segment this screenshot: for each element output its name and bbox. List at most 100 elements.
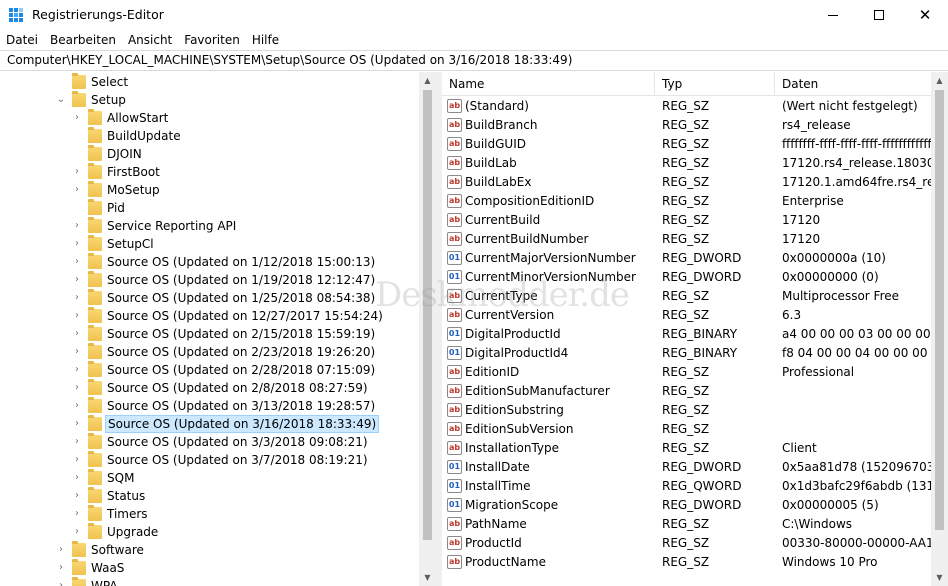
tree-item-label[interactable]: Timers xyxy=(105,505,150,523)
tree-item[interactable]: DJOIN xyxy=(0,145,418,163)
value-name[interactable]: MigrationScope xyxy=(465,496,655,515)
close-button[interactable]: ✕ xyxy=(902,0,948,30)
value-row[interactable]: 01 InstallDate REG_DWORD 0x5aa81d78 (152096… xyxy=(442,458,932,477)
value-name[interactable]: (Standard) xyxy=(465,97,655,116)
value-name[interactable]: DigitalProductId4 xyxy=(465,344,655,363)
value-name[interactable]: EditionSubVersion xyxy=(465,420,655,439)
expand-chevron-icon[interactable] xyxy=(72,148,82,160)
tree-item-label[interactable]: Source OS (Updated on 3/13/2018 19:28:57… xyxy=(105,397,377,415)
value-name[interactable]: BuildGUID xyxy=(465,135,655,154)
expand-chevron-icon[interactable]: › xyxy=(72,238,82,250)
value-name[interactable]: CurrentMajorVersionNumber xyxy=(465,249,655,268)
value-row[interactable]: ab EditionID REG_SZ Professional xyxy=(442,363,928,382)
tree-item-label[interactable]: Source OS (Updated on 3/3/2018 09:08:21) xyxy=(105,433,370,451)
value-row[interactable]: 01 InstallTime REG_QWORD 0x1d3bafc29f6abdb … xyxy=(442,477,932,496)
expand-chevron-icon[interactable] xyxy=(56,76,66,88)
tree-item[interactable]: ⌄ Setup xyxy=(0,91,418,109)
value-row[interactable]: 01 MigrationScope REG_DWORD 0x00000005 (5) xyxy=(442,496,928,515)
tree-item-label[interactable]: Pid xyxy=(105,199,127,217)
expand-chevron-icon[interactable]: › xyxy=(72,256,82,268)
value-row[interactable]: ab CurrentBuild REG_SZ 17120 xyxy=(442,211,928,230)
value-row[interactable]: 01 CurrentMajorVersionNumber REG_DWORD 0x00… xyxy=(442,249,928,268)
value-name[interactable]: EditionSubManufacturer xyxy=(465,382,655,401)
value-row[interactable]: ab EditionSubManufacturer REG_SZ xyxy=(442,382,928,401)
tree-item-label[interactable]: Select xyxy=(89,73,130,91)
value-name[interactable]: ProductId xyxy=(465,534,655,553)
expand-chevron-icon[interactable]: › xyxy=(72,274,82,286)
tree-item-label[interactable]: MoSetup xyxy=(105,181,162,199)
tree-item[interactable]: › Software xyxy=(0,541,418,559)
tree-item-label[interactable]: Source OS (Updated on 2/23/2018 19:26:20… xyxy=(105,343,377,361)
tree-item[interactable]: › MoSetup xyxy=(0,181,418,199)
value-row[interactable]: 01 CurrentMinorVersionNumber REG_DWORD 0x00… xyxy=(442,268,928,287)
value-name[interactable]: BuildLab xyxy=(465,154,655,173)
tree-item[interactable]: › Service Reporting API xyxy=(0,217,418,235)
column-header-data[interactable]: Daten xyxy=(775,72,948,96)
tree-item[interactable]: Pid xyxy=(0,199,418,217)
tree-item[interactable]: › Source OS (Updated on 2/23/2018 19:26:2… xyxy=(0,343,418,361)
value-row[interactable]: ab InstallationType REG_SZ Client xyxy=(442,439,928,458)
tree-item[interactable]: › AllowStart xyxy=(0,109,418,127)
expand-chevron-icon[interactable]: › xyxy=(72,166,82,178)
menu-bearbeiten[interactable]: Bearbeiten xyxy=(44,30,122,50)
value-row[interactable]: 01 DigitalProductId REG_BINARY a4 00 00 00 … xyxy=(442,325,932,344)
tree-item[interactable]: › Upgrade xyxy=(0,523,418,541)
tree-item[interactable]: › Source OS (Updated on 1/19/2018 12:12:4… xyxy=(0,271,418,289)
value-name[interactable]: ProductName xyxy=(465,553,655,572)
scroll-up-arrow-icon[interactable]: ▲ xyxy=(931,72,948,89)
expand-chevron-icon[interactable]: › xyxy=(56,544,66,556)
expand-chevron-icon[interactable] xyxy=(72,130,82,142)
scroll-down-arrow-icon[interactable]: ▼ xyxy=(419,569,436,586)
expand-chevron-icon[interactable]: › xyxy=(72,328,82,340)
expand-chevron-icon[interactable]: › xyxy=(72,418,82,430)
value-name[interactable]: DigitalProductId xyxy=(465,325,655,344)
value-name[interactable]: CurrentVersion xyxy=(465,306,655,325)
tree-scroll-thumb[interactable] xyxy=(423,90,432,540)
tree-item[interactable]: › Source OS (Updated on 2/8/2018 08:27:59… xyxy=(0,379,418,397)
column-header-name[interactable]: Name xyxy=(442,72,655,96)
expand-chevron-icon[interactable]: › xyxy=(56,562,66,574)
tree-item-label[interactable]: Source OS (Updated on 12/27/2017 15:54:2… xyxy=(105,307,385,325)
scroll-up-arrow-icon[interactable]: ▲ xyxy=(419,72,436,89)
column-header-type[interactable]: Typ xyxy=(655,72,775,96)
tree-item-label[interactable]: Source OS (Updated on 3/7/2018 08:19:21) xyxy=(105,451,370,469)
value-name[interactable]: CurrentType xyxy=(465,287,655,306)
tree-item[interactable]: › WPA xyxy=(0,577,418,586)
list-scroll-thumb[interactable] xyxy=(935,90,944,530)
tree-item-label[interactable]: Software xyxy=(89,541,146,559)
value-row[interactable]: ab CompositionEditionID REG_SZ Enterprise xyxy=(442,192,928,211)
tree-item-label[interactable]: Status xyxy=(105,487,147,505)
tree-item-label[interactable]: Source OS (Updated on 1/19/2018 12:12:47… xyxy=(105,271,377,289)
value-row[interactable]: ab EditionSubstring REG_SZ xyxy=(442,401,928,420)
expand-chevron-icon[interactable]: › xyxy=(72,220,82,232)
tree-item-label[interactable]: Source OS (Updated on 3/16/2018 18:33:49… xyxy=(105,415,380,433)
value-row[interactable]: abBuildLab REG_SZ 17120.rs4_release.180309… xyxy=(442,154,932,173)
tree-item[interactable]: › Source OS (Updated on 2/15/2018 15:59:1… xyxy=(0,325,418,343)
value-name[interactable]: PathName xyxy=(465,515,655,534)
tree-item-label[interactable]: Source OS (Updated on 2/28/2018 07:15:09… xyxy=(105,361,377,379)
tree-item[interactable]: › Source OS (Updated on 1/25/2018 08:54:3… xyxy=(0,289,418,307)
tree-item-label[interactable]: Source OS (Updated on 2/15/2018 15:59:19… xyxy=(105,325,377,343)
tree-item[interactable]: › SetupCl xyxy=(0,235,418,253)
value-row[interactable]: ab CurrentVersion REG_SZ 6.3 xyxy=(442,306,928,325)
tree-item-label[interactable]: SetupCl xyxy=(105,235,156,253)
expand-chevron-icon[interactable]: › xyxy=(72,382,82,394)
expand-chevron-icon[interactable] xyxy=(72,202,82,214)
expand-chevron-icon[interactable]: › xyxy=(72,508,82,520)
value-row[interactable]: 01 DigitalProductId4 REG_BINARY f8 04 00 00… xyxy=(442,344,932,363)
tree-item[interactable]: › Source OS (Updated on 12/27/2017 15:54:… xyxy=(0,307,418,325)
expand-chevron-icon[interactable]: › xyxy=(72,346,82,358)
tree-item[interactable]: › Source OS (Updated on 1/12/2018 15:00:1… xyxy=(0,253,418,271)
tree-item[interactable]: BuildUpdate xyxy=(0,127,418,145)
value-row[interactable]: ab BuildLabEx REG_SZ 17120.1.amd64fre.rs4_r… xyxy=(442,173,932,192)
list-scrollbar[interactable]: ▲ ▼ xyxy=(931,72,948,586)
value-name[interactable]: EditionSubstring xyxy=(465,401,655,420)
tree-scrollbar[interactable]: ▲ ▼ xyxy=(419,72,436,586)
value-name[interactable]: BuildLabEx xyxy=(465,173,655,192)
tree-item-label[interactable]: WaaS xyxy=(89,559,126,577)
scroll-down-arrow-icon[interactable]: ▼ xyxy=(931,569,948,586)
value-name[interactable]: InstallationType xyxy=(465,439,655,458)
menu-hilfe[interactable]: Hilfe xyxy=(246,30,285,50)
tree-item[interactable]: › SQM xyxy=(0,469,418,487)
expand-chevron-icon[interactable]: › xyxy=(72,364,82,376)
